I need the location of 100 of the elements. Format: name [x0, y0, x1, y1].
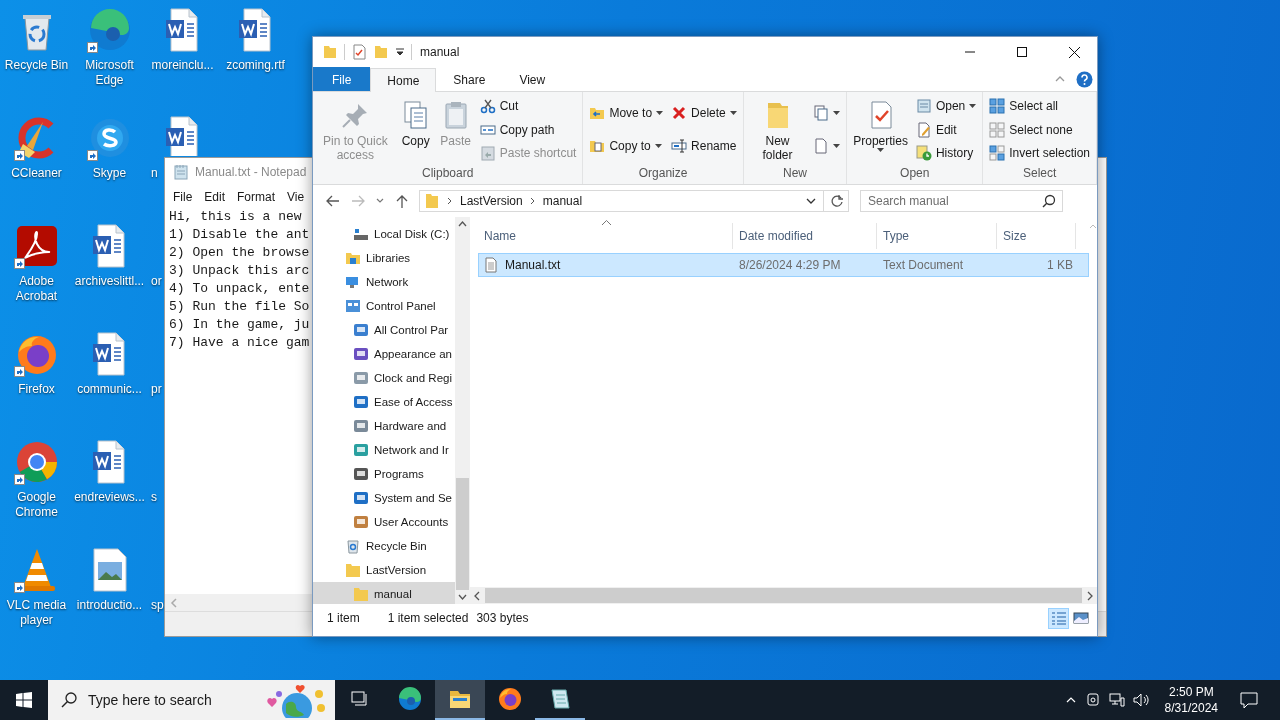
icon-label: sp — [151, 598, 164, 613]
ribbon-button[interactable]: Copy to — [586, 136, 667, 157]
menu-item[interactable]: File — [167, 190, 199, 204]
group-label: New — [782, 166, 808, 182]
table-cell-text: 1 KB — [1046, 257, 1074, 274]
caret-icon[interactable] — [395, 47, 405, 57]
horizontal-scrollbar[interactable] — [470, 587, 1097, 604]
applet-icon — [353, 490, 369, 506]
icon-label: Recycle Bin — [4, 58, 69, 73]
monitor-icon — [345, 274, 361, 290]
item-count: 1 item — [327, 611, 360, 625]
ribbon-button[interactable]: Open — [912, 96, 980, 116]
menu-item[interactable]: Format — [231, 190, 282, 204]
maximize-icon — [1017, 47, 1027, 57]
ribbon-tab[interactable]: View — [502, 67, 563, 91]
icon-label: pr — [151, 382, 162, 397]
panel-icon — [345, 298, 361, 314]
ribbon-button[interactable]: Edit — [912, 119, 980, 140]
nav-item[interactable]: Local Disk (C:) — [313, 222, 455, 246]
help-icon[interactable] — [1076, 70, 1093, 88]
window-title: Manual.txt - Notepad — [195, 165, 307, 179]
clock[interactable]: 2:50 PM 8/31/2024 — [1164, 684, 1218, 716]
ribbon-button[interactable]: Properties — [850, 95, 911, 166]
ribbon-tab[interactable]: Home — [370, 68, 437, 92]
group-label: Clipboard — [421, 166, 475, 182]
pages-icon — [813, 104, 830, 121]
icon-label: Skype — [92, 166, 127, 181]
ribbon-button[interactable]: Rename — [668, 136, 740, 157]
notification-icon[interactable] — [1240, 691, 1258, 709]
nav-item[interactable]: Recycle Bin — [313, 534, 455, 558]
clock-date: 8/31/2024 — [1164, 700, 1218, 716]
breadcrumb[interactable]: LastVersion — [460, 194, 523, 208]
speaker-icon[interactable] — [1132, 692, 1151, 708]
folder-icon — [424, 193, 440, 209]
nav-item[interactable]: Network and Ir — [313, 438, 455, 462]
clock-time: 2:50 PM — [1168, 684, 1214, 700]
vertical-scrollbar[interactable] — [455, 217, 470, 604]
horizontal-scrollbar[interactable] — [165, 594, 312, 611]
table-cell-text: Text Document — [882, 257, 965, 274]
nav-item[interactable]: Libraries — [313, 246, 455, 270]
column-header[interactable]: Name — [478, 223, 733, 249]
search-field[interactable]: Type here to search — [48, 680, 335, 720]
nav-item[interactable]: manual — [313, 582, 455, 604]
search-icon — [1042, 194, 1056, 208]
menu-item[interactable]: Vie — [281, 190, 311, 204]
ribbon-button[interactable]: New folder — [746, 95, 809, 166]
flame-globe-icon — [498, 687, 522, 711]
network-icon[interactable] — [1108, 692, 1125, 708]
close-icon — [1068, 46, 1080, 58]
ribbon-button[interactable]: Invert selection — [986, 143, 1093, 163]
chevron-right-icon — [528, 197, 537, 205]
nav-item[interactable]: Hardware and — [313, 414, 455, 438]
text-cursor-icon — [671, 138, 688, 155]
applet-icon — [353, 514, 369, 530]
view-button[interactable] — [1048, 607, 1069, 629]
ribbon-button[interactable]: Copy path — [476, 119, 580, 140]
ribbon-button[interactable]: Delete — [668, 102, 740, 123]
ribbon-button[interactable]: Move to — [586, 102, 667, 123]
table-cell-text: 8/26/2024 4:29 PM — [738, 257, 842, 274]
address-bar[interactable]: LastVersion manual — [419, 190, 849, 212]
ribbon-button[interactable]: Select none — [986, 119, 1093, 140]
applet-icon — [353, 370, 369, 386]
ribbon-button[interactable]: Select all — [986, 96, 1093, 116]
page-pencil-icon — [915, 121, 932, 138]
nav-item[interactable]: Network — [313, 270, 455, 294]
refresh-icon[interactable] — [830, 194, 844, 208]
nav-item[interactable]: User Accounts — [313, 510, 455, 534]
library-folder-icon — [345, 250, 361, 266]
file-row[interactable]: Manual.txt 8/26/2024 4:29 PM Text Document 1 KB — [478, 253, 1089, 277]
column-header[interactable]: Type — [877, 223, 997, 249]
nav-item[interactable]: Ease of Access — [313, 390, 455, 414]
nav-item[interactable]: Clock and Regi — [313, 366, 455, 390]
nav-item[interactable]: Control Panel — [313, 294, 455, 318]
nav-item[interactable]: LastVersion — [313, 558, 455, 582]
ribbon-tab[interactable]: Share — [436, 67, 503, 91]
ribbon-button[interactable]: Cut — [476, 96, 580, 116]
ribbon-button[interactable]: Copy — [396, 95, 435, 166]
scissors-icon — [479, 98, 496, 114]
back-arrow-icon[interactable] — [325, 193, 341, 209]
text-line: 5) Run the file So — [169, 298, 310, 316]
nav-item[interactable]: All Control Par — [313, 318, 455, 342]
device-icon[interactable] — [1084, 692, 1101, 708]
page-check-icon[interactable] — [351, 44, 367, 60]
column-header[interactable]: Date modified — [733, 223, 877, 249]
thumbnail-view-icon — [1072, 610, 1089, 626]
taskbar-button[interactable] — [435, 680, 485, 720]
folder-page-icon — [589, 138, 606, 155]
ribbon-button[interactable]: History — [912, 143, 980, 163]
breadcrumb[interactable]: manual — [542, 194, 583, 208]
nav-item[interactable]: System and Se — [313, 486, 455, 510]
menu-item[interactable]: Edit — [198, 190, 232, 204]
up-arrow-icon[interactable] — [394, 193, 410, 209]
nav-item[interactable]: Programs — [313, 462, 455, 486]
column-header[interactable]: Size — [997, 223, 1076, 249]
icon-label: Microsoft Edge — [84, 58, 135, 88]
search-field[interactable]: Search manual — [860, 190, 1063, 212]
page-icon — [813, 138, 830, 155]
ribbon-tab[interactable]: File — [313, 67, 371, 91]
nav-item[interactable]: Appearance an — [313, 342, 455, 366]
icon-label: or — [151, 274, 162, 289]
